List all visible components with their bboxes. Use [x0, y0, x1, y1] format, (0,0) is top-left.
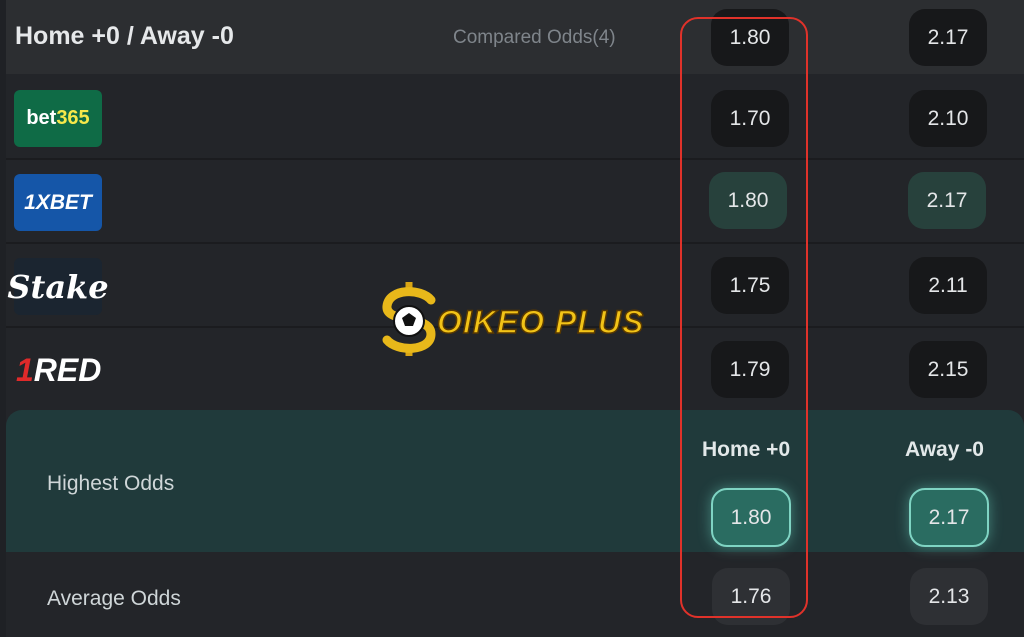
watermark: OIKEO PLUS [375, 280, 650, 358]
compared-odds-count[interactable]: Compared Odds(4) [453, 27, 616, 49]
row-divider [6, 158, 1024, 160]
average-away-odds[interactable]: 2.13 [910, 568, 988, 625]
average-odds-label: Average Odds [47, 587, 181, 610]
highlight-box [680, 17, 808, 618]
1red-logo[interactable]: 1 RED [14, 342, 104, 399]
header-away-odds[interactable]: 2.17 [909, 9, 987, 66]
stake-away-odds[interactable]: 2.11 [909, 257, 987, 314]
away-column-header: Away -0 [905, 438, 984, 461]
bet365-away-odds[interactable]: 2.10 [909, 90, 987, 147]
1red-away-odds[interactable]: 2.15 [909, 341, 987, 398]
highest-odds-label: Highest Odds [47, 472, 175, 495]
row-divider [6, 242, 1024, 244]
1xbet-away-odds[interactable]: 2.17 [908, 172, 986, 229]
watermark-text: OIKEO PLUS [436, 303, 645, 341]
highest-away-odds[interactable]: 2.17 [909, 488, 989, 547]
soccer-ball-dollar-icon [382, 282, 436, 356]
1xbet-logo[interactable]: 1XBET [14, 174, 102, 231]
stake-logo[interactable]: Stake [7, 258, 109, 315]
bet365-logo[interactable]: bet 365 [14, 90, 102, 147]
market-title: Home +0 / Away -0 [15, 22, 234, 50]
